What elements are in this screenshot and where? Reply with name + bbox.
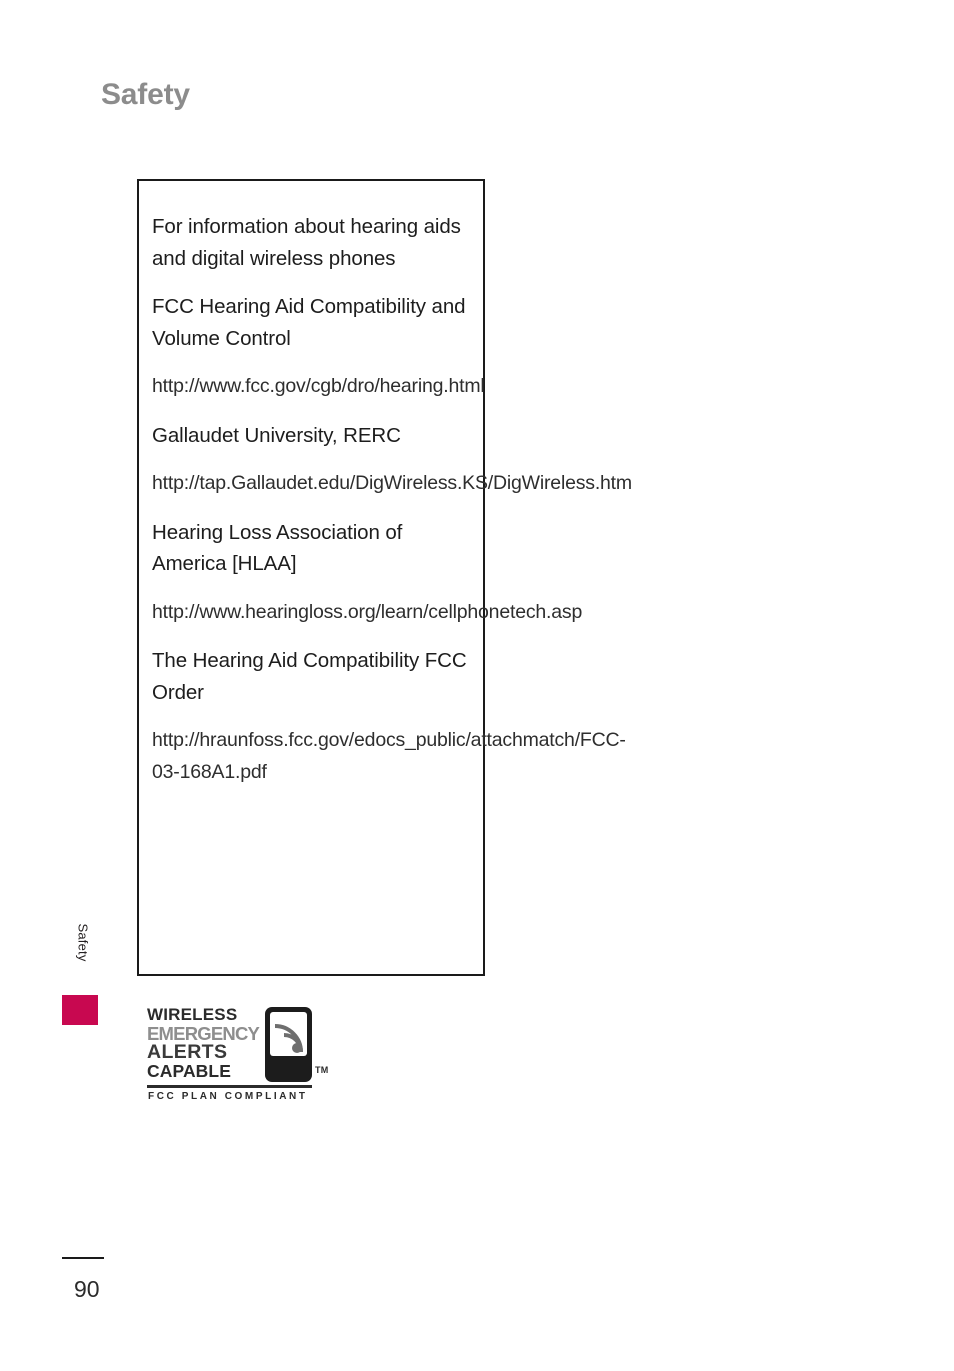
phone-signal-icon (265, 1007, 312, 1082)
wea-line-wireless: WIRELESS (147, 1005, 238, 1024)
logo-divider (147, 1085, 312, 1088)
footer-divider (62, 1257, 104, 1259)
reference-links-list: For information about hearing aids and d… (152, 211, 632, 788)
side-tab-label: Safety (75, 923, 91, 962)
page-title: Safety (101, 78, 190, 111)
reference-links-box: For information about hearing aids and d… (137, 179, 632, 976)
wireless-emergency-alerts-logo: WIRELESS EMERGENCY ALERTS CAPABLE TM FCC… (147, 1005, 329, 1106)
wea-subtitle: FCC PLAN COMPLIANT (148, 1091, 308, 1102)
signal-origin-dot (292, 1043, 302, 1053)
wea-wordmark: WIRELESS EMERGENCY ALERTS CAPABLE (147, 1005, 269, 1081)
phone-screen (270, 1012, 307, 1056)
list-item-url[interactable]: http://www.hearingloss.org/learn/cellpho… (152, 597, 582, 629)
list-item-url[interactable]: http://hraunfoss.fcc.gov/edocs_public/at… (152, 725, 626, 788)
list-item-url[interactable]: http://www.fcc.gov/cgb/dro/hearing.html (152, 371, 485, 403)
list-item: The Hearing Aid Compatibility FCC Order (152, 649, 467, 704)
side-tab-color-chip (62, 995, 98, 1025)
trademark-symbol: TM (315, 1065, 329, 1075)
side-tab: Safety (62, 905, 102, 1025)
wea-line-alerts: ALERTS (147, 1041, 228, 1063)
list-item: Hearing Loss Association of America [HLA… (152, 520, 403, 576)
list-item-url[interactable]: http://tap.Gallaudet.edu/DigWireless.KS/… (152, 468, 632, 500)
list-item: FCC Hearing Aid Compatibility and Volume… (152, 295, 466, 350)
page-number: 90 (74, 1276, 100, 1302)
list-item: For information about hearing aids and d… (152, 215, 461, 270)
list-item: Gallaudet University, RERC (152, 423, 401, 447)
signal-waves-icon (274, 1024, 303, 1053)
wea-line-capable: CAPABLE (147, 1060, 231, 1081)
